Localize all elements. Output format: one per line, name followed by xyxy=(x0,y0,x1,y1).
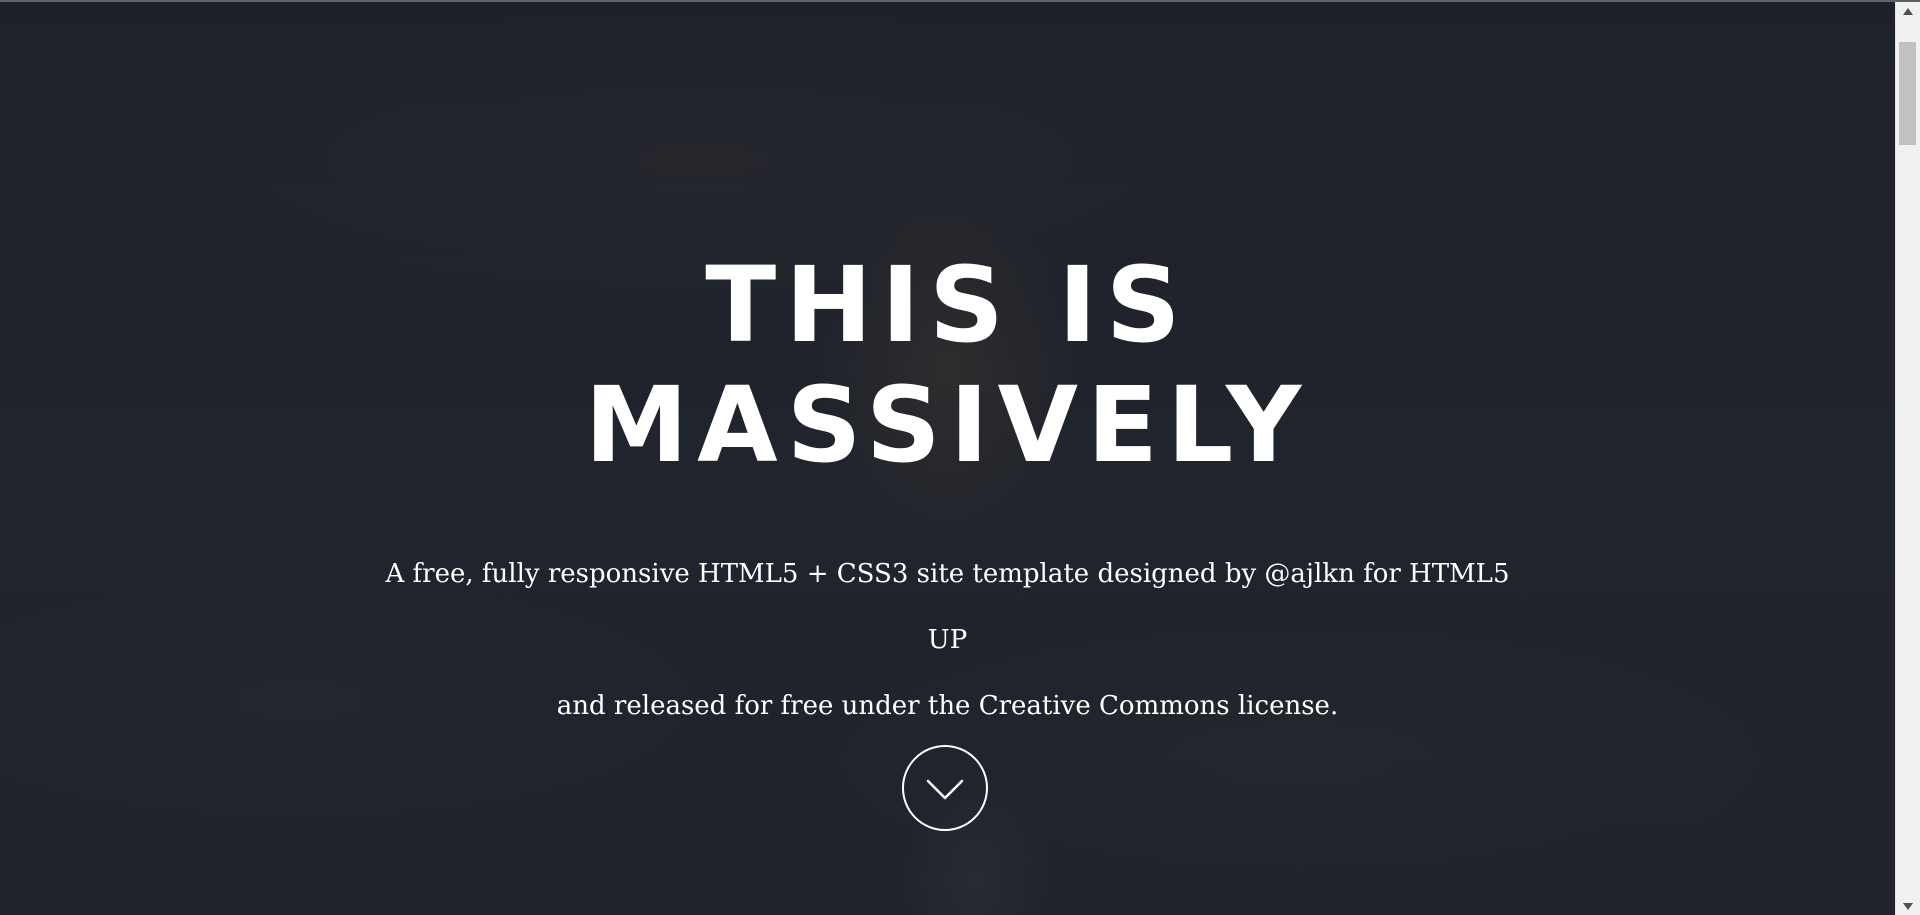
hero-description-line-2: UP xyxy=(927,625,968,655)
triangle-up-icon xyxy=(1903,7,1913,15)
hero-title: THIS IS MASSIVELY xyxy=(0,245,1895,485)
hero-description: A free, fully responsive HTML5 + CSS3 si… xyxy=(0,541,1895,739)
intro-section: THIS IS MASSIVELY A free, fully responsi… xyxy=(0,0,1895,915)
triangle-down-icon xyxy=(1903,902,1913,910)
chevron-down-icon xyxy=(926,779,964,800)
hero-title-line-2: MASSIVELY xyxy=(584,364,1311,486)
window-top-border xyxy=(0,0,1920,2)
scroll-up-arrow[interactable] xyxy=(1896,2,1920,20)
hero-description-line-1: A free, fully responsive HTML5 + CSS3 si… xyxy=(385,559,1510,589)
browser-viewport: THIS IS MASSIVELY A free, fully responsi… xyxy=(0,0,1920,915)
vertical-scrollbar[interactable] xyxy=(1895,2,1920,915)
hero-description-line-3: and released for free under the Creative… xyxy=(556,691,1339,721)
scroll-down-button[interactable] xyxy=(902,745,988,831)
hero-title-line-1: THIS IS xyxy=(705,244,1190,366)
scrollbar-thumb[interactable] xyxy=(1899,42,1916,145)
scroll-down-arrow[interactable] xyxy=(1896,897,1920,915)
